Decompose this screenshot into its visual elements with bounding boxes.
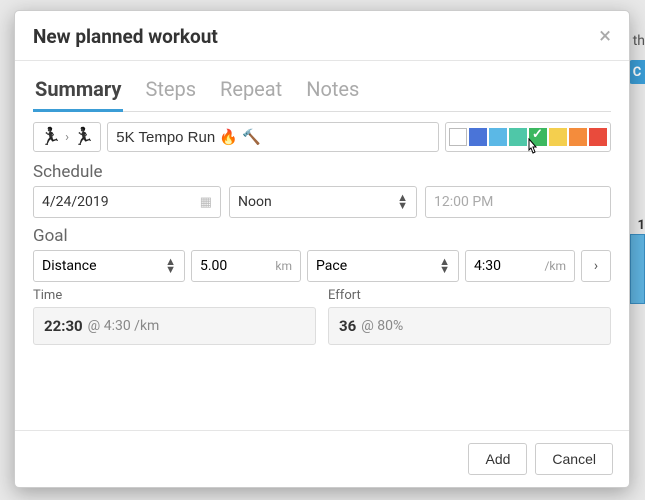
color-teal[interactable] — [509, 128, 527, 146]
bg-text-fragment: th — [633, 33, 645, 49]
goal-type-2-select[interactable]: Pace ▲▼ — [307, 250, 459, 282]
color-orange[interactable] — [569, 128, 587, 146]
effort-suffix: @ 80% — [361, 318, 403, 334]
chevron-right-icon: › — [594, 258, 598, 274]
time-box: 22:30 @ 4:30 /km — [33, 307, 316, 345]
date-value: 4/24/2019 — [42, 194, 109, 210]
time-col: Time 22:30 @ 4:30 /km — [33, 288, 316, 345]
bg-button-fragment: C — [629, 60, 645, 84]
color-light-blue[interactable] — [489, 128, 507, 146]
goal-label: Goal — [33, 226, 611, 246]
effort-value: 36 — [339, 317, 356, 335]
runner-icon: 🏃 — [40, 127, 61, 147]
time-select[interactable]: Noon ▲▼ — [229, 186, 417, 218]
goal-type-1-select[interactable]: Distance ▲▼ — [33, 250, 185, 282]
color-blue[interactable] — [469, 128, 487, 146]
effort-label: Effort — [328, 288, 611, 303]
expand-button[interactable]: › — [581, 250, 611, 282]
goal-unit-2: /km — [544, 259, 566, 273]
tab-steps[interactable]: Steps — [143, 71, 198, 111]
modal-body: Summary Steps Repeat Notes 🏃 › 🏃 — [15, 61, 629, 430]
bg-number: 1 — [632, 218, 645, 231]
date-input[interactable]: 4/24/2019 ▦ — [33, 186, 221, 218]
select-caret-icon: ▲▼ — [165, 258, 176, 274]
new-workout-modal: New planned workout × Summary Steps Repe… — [14, 10, 630, 488]
activity-selector[interactable]: 🏃 › 🏃 — [33, 122, 101, 152]
tab-summary[interactable]: Summary — [33, 71, 123, 112]
color-green[interactable] — [529, 128, 547, 146]
goal-value-2-input[interactable]: 4:30 /km — [465, 250, 575, 282]
select-caret-icon: ▲▼ — [397, 194, 408, 210]
add-button[interactable]: Add — [468, 443, 527, 475]
schedule-label: Schedule — [33, 162, 611, 182]
color-picker — [445, 122, 611, 152]
runner-icon: 🏃 — [73, 127, 94, 147]
time-value: 22:30 — [44, 317, 83, 335]
time-suffix: @ 4:30 /km — [88, 318, 160, 334]
tab-bar: Summary Steps Repeat Notes — [33, 71, 611, 112]
modal-header: New planned workout × — [15, 11, 629, 61]
name-row: 🏃 › 🏃 — [33, 122, 611, 152]
close-icon[interactable]: × — [599, 26, 611, 48]
goal-type-1-value: Distance — [42, 258, 97, 274]
chevron-right-icon: › — [65, 130, 69, 145]
select-caret-icon: ▲▼ — [439, 258, 450, 274]
bg-calendar-cell — [630, 234, 645, 304]
tab-notes[interactable]: Notes — [304, 71, 361, 111]
goal-value-1: 5.00 — [200, 258, 227, 274]
color-yellow[interactable] — [549, 128, 567, 146]
goal-row: Distance ▲▼ 5.00 km Pace ▲▼ 4:30 /km › — [33, 250, 611, 282]
color-white[interactable] — [449, 128, 467, 146]
cancel-button[interactable]: Cancel — [535, 443, 613, 475]
schedule-row: 4/24/2019 ▦ Noon ▲▼ 12:00 PM — [33, 186, 611, 218]
tab-repeat[interactable]: Repeat — [218, 71, 284, 111]
calendar-icon: ▦ — [200, 195, 212, 210]
modal-title: New planned workout — [33, 25, 218, 48]
goal-unit-1: km — [275, 259, 292, 273]
time-effort-row: Time 22:30 @ 4:30 /km Effort 36 @ 80% — [33, 288, 611, 345]
effort-box: 36 @ 80% — [328, 307, 611, 345]
time-display: 12:00 PM — [425, 186, 611, 218]
workout-name-input[interactable] — [107, 122, 439, 152]
time-option-value: Noon — [238, 194, 272, 210]
effort-col: Effort 36 @ 80% — [328, 288, 611, 345]
goal-type-2-value: Pace — [316, 258, 347, 274]
color-red[interactable] — [589, 128, 607, 146]
modal-footer: Add Cancel — [15, 430, 629, 487]
goal-value-2: 4:30 — [474, 258, 501, 274]
time-label: Time — [33, 288, 316, 303]
goal-value-1-input[interactable]: 5.00 km — [191, 250, 301, 282]
